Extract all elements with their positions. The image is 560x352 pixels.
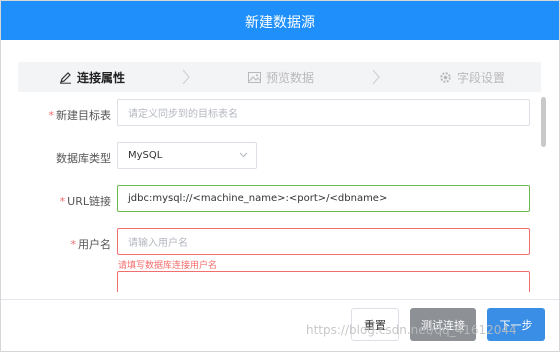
url-value: jdbc:mysql://<machine_name>:<port>/<dbna… — [128, 193, 388, 204]
chevron-down-icon — [239, 152, 248, 158]
chevron-right-icon — [372, 69, 380, 85]
username-error: 请填写数据库连接用户名 — [118, 261, 218, 271]
step-preview-data[interactable]: 预览数据 — [248, 62, 314, 92]
required-mark: * — [48, 109, 55, 122]
url-input[interactable]: jdbc:mysql://<machine_name>:<port>/<dbna… — [117, 185, 530, 212]
dialog-header: 新建数据源 — [1, 1, 559, 40]
password-input[interactable] — [117, 271, 530, 292]
new-datasource-dialog: 新建数据源 连接属性 预览数据 字段设置 * 新建目标表 请定义同步到的目标表名… — [0, 0, 560, 352]
username-label: * 用户名 — [70, 238, 112, 251]
db-type-label: 数据库类型 — [56, 152, 111, 165]
target-table-input[interactable]: 请定义同步到的目标表名 — [117, 99, 530, 126]
db-type-value: MySQL — [128, 150, 163, 161]
required-mark: * — [70, 238, 77, 251]
step-bar: 连接属性 预览数据 字段设置 — [18, 62, 541, 92]
step-label: 字段设置 — [457, 70, 506, 85]
form-scrollbar[interactable] — [541, 97, 546, 147]
chevron-right-icon — [182, 69, 190, 85]
username-placeholder: 请输入用户名 — [128, 238, 188, 249]
connection-form: * 新建目标表 请定义同步到的目标表名 数据库类型 MySQL * URL链接 jd… — [19, 96, 545, 292]
footer-divider — [1, 299, 559, 300]
url-label: * URL链接 — [59, 195, 111, 208]
dialog-title: 新建数据源 — [245, 15, 315, 31]
gear-icon — [439, 71, 452, 84]
username-input[interactable]: 请输入用户名 — [117, 228, 530, 255]
step-connection-properties[interactable]: 连接属性 — [59, 62, 125, 92]
target-table-label: * 新建目标表 — [48, 109, 112, 122]
edit-icon — [59, 71, 72, 84]
step-label: 连接属性 — [77, 70, 126, 85]
target-table-placeholder: 请定义同步到的目标表名 — [128, 109, 238, 120]
step-label: 预览数据 — [266, 70, 315, 85]
step-field-settings[interactable]: 字段设置 — [439, 62, 505, 92]
watermark: https://blog.csdn.net/qq_41612044 — [306, 323, 517, 337]
required-mark: * — [59, 195, 66, 208]
image-icon — [248, 71, 261, 83]
db-type-select[interactable]: MySQL — [117, 142, 257, 169]
